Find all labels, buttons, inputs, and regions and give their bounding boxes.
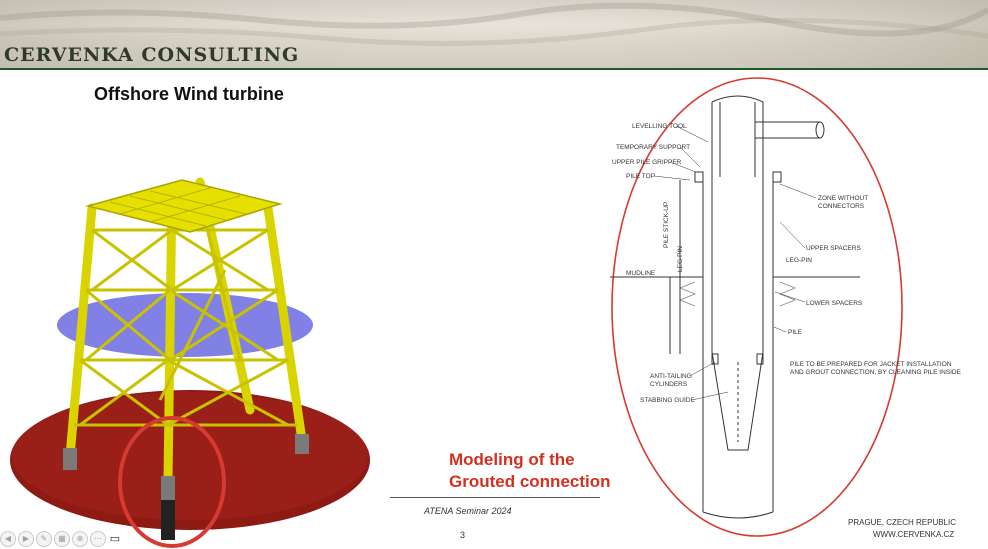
camera-icon[interactable]: ▭ <box>108 532 122 546</box>
slides-icon[interactable]: ▦ <box>54 531 70 547</box>
location-text: PRAGUE, CZECH REPUBLIC <box>848 518 957 527</box>
company-logo-text: CERVENKA CONSULTING <box>4 44 300 66</box>
footer-divider <box>390 497 600 498</box>
pen-icon[interactable]: ✎ <box>36 531 52 547</box>
label-lower-spacers: LOWER SPACERS <box>806 300 863 307</box>
website-text: WWW.CERVENKA.CZ <box>873 530 955 539</box>
next-icon[interactable]: ▶ <box>18 531 34 547</box>
label-levelling-tool: LEVELLING TOOL <box>632 123 687 130</box>
grouted-connection-drawing: LEVELLING TOOL TEMPORARY SUPPORT UPPER P… <box>610 77 962 537</box>
grouted-connection-caption: Modeling of the Grouted connection <box>449 450 611 491</box>
label-leg-pin: LEG-PIN <box>786 257 812 264</box>
label-pile-top: PILE TOP <box>626 173 655 180</box>
label-pile-stick-up: PILE STICK-UP <box>663 202 670 248</box>
label-mudline: MUDLINE <box>626 270 656 277</box>
zoom-icon[interactable]: ⊕ <box>72 531 88 547</box>
slide-title: Offshore Wind turbine <box>94 84 284 104</box>
presentation-controls: ◀ ▶ ✎ ▦ ⊕ ⋯ ▭ <box>0 531 122 547</box>
label-pile: PILE <box>788 329 803 336</box>
header-divider <box>0 68 988 70</box>
label-zone-without-connectors: ZONE WITHOUT CONNECTORS <box>818 195 868 210</box>
label-leg-pin-vertical: LEG-PIN <box>677 246 684 272</box>
page-number: 3 <box>460 530 466 540</box>
jacket-structure-illustration <box>10 177 370 548</box>
label-stabbing-guide: STABBING GUIDE <box>640 397 695 404</box>
seminar-label: ATENA Seminar 2024 <box>424 506 512 516</box>
label-temporary-support: TEMPORARY SUPPORT <box>616 144 690 151</box>
label-upper-spacers: UPPER SPACERS <box>806 245 861 252</box>
label-pile-prepared: PILE TO BE PREPARED FOR JACKET INSTALLAT… <box>790 361 962 376</box>
prev-icon[interactable]: ◀ <box>0 531 16 547</box>
label-anti-tailing: ANTI-TAILING CYLINDERS <box>650 373 692 388</box>
more-icon[interactable]: ⋯ <box>90 531 106 547</box>
slide-header: CERVENKA CONSULTING <box>0 0 988 70</box>
